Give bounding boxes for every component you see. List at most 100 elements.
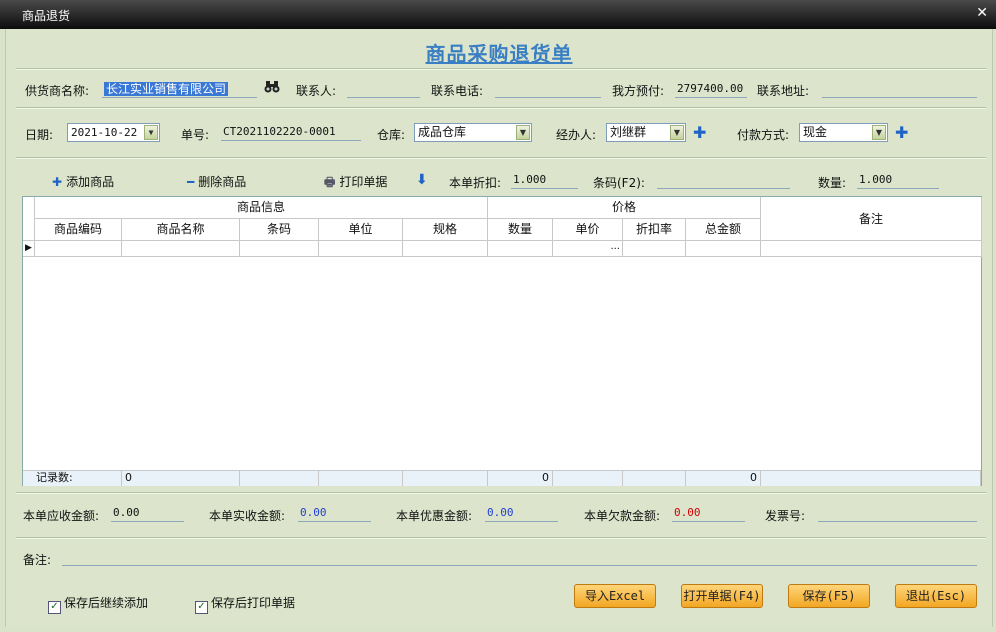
address-label: 联系地址: <box>757 84 810 98</box>
phone-field[interactable] <box>495 80 601 98</box>
number-field[interactable]: CT2021102220-0001 <box>221 123 361 141</box>
phone-label: 联系电话: <box>431 84 484 98</box>
divider <box>16 492 986 494</box>
owed-field[interactable]: 0.00 <box>672 504 745 522</box>
minus-icon: ━ <box>187 175 195 189</box>
handler-label: 经办人: <box>556 128 597 142</box>
app-window: 商品退货 ✕ 商品采购退货单 供货商名称: 长江实业销售有限公司 联系人: 联系… <box>0 0 996 632</box>
barcode-label: 条码(F2): <box>593 176 645 190</box>
payment-select[interactable]: 现金 ▼ <box>799 123 888 142</box>
barcode-field[interactable] <box>657 171 790 189</box>
prepay-field[interactable]: 2797400.00 <box>675 80 747 98</box>
printer-icon: 🖶 <box>324 175 336 189</box>
column-header[interactable]: 单价 <box>553 219 623 241</box>
date-value: 2021-10-22 <box>71 126 138 139</box>
table-cell[interactable] <box>488 241 553 257</box>
footer-cell <box>240 470 319 486</box>
column-header[interactable]: 单位 <box>319 219 403 241</box>
invoice-field[interactable] <box>818 504 977 522</box>
contact-field[interactable] <box>347 80 420 98</box>
discount-field[interactable]: 1.000 <box>511 171 578 189</box>
continue-add-checkbox[interactable]: ✓ 保存后继续添加 <box>48 594 148 614</box>
receivable-label: 本单应收金额: <box>23 509 100 523</box>
divider <box>16 68 986 70</box>
prepay-label: 我方预付: <box>612 84 665 98</box>
qty-label: 数量: <box>818 176 847 190</box>
chevron-down-icon[interactable]: ▼ <box>144 125 158 140</box>
address-field[interactable] <box>822 80 977 98</box>
footer-count: 0 <box>122 470 240 486</box>
exit-button[interactable]: 退出(Esc) <box>895 584 977 608</box>
discount-label: 本单折扣: <box>449 176 502 190</box>
window-title: 商品退货 <box>22 9 71 23</box>
supplier-value: 长江实业销售有限公司 <box>104 82 229 96</box>
footer-cell <box>319 470 403 486</box>
remark-field[interactable] <box>62 548 977 566</box>
qty-field[interactable]: 1.000 <box>857 171 939 189</box>
footer-cell <box>623 470 686 486</box>
warehouse-value: 成品仓库 <box>418 125 467 139</box>
continue-add-label: 保存后继续添加 <box>64 596 149 610</box>
receivable-field[interactable]: 0.00 <box>111 504 184 522</box>
payment-label: 付款方式: <box>737 128 790 142</box>
discount-total-label: 本单优惠金额: <box>396 509 473 523</box>
column-header-remark[interactable]: 备注 <box>761 197 982 241</box>
table-cell[interactable] <box>122 241 240 257</box>
column-header[interactable]: 商品名称 <box>122 219 240 241</box>
form-panel: 商品采购退货单 供货商名称: 长江实业销售有限公司 联系人: 联系电话: 我方预… <box>5 29 993 627</box>
owed-label: 本单欠款金额: <box>584 509 661 523</box>
add-handler-icon[interactable]: ✚ <box>693 125 706 141</box>
warehouse-select[interactable]: 成品仓库 ▼ <box>414 123 532 142</box>
add-payment-icon[interactable]: ✚ <box>895 125 908 141</box>
divider <box>16 537 986 539</box>
title-bar: 商品退货 ✕ <box>0 0 996 29</box>
handler-value: 刘继群 <box>610 125 647 139</box>
payment-value: 现金 <box>803 125 828 139</box>
supplier-field[interactable]: 长江实业销售有限公司 <box>102 80 257 98</box>
table-cell[interactable] <box>35 241 122 257</box>
discount-total-field[interactable]: 0.00 <box>485 504 558 522</box>
date-label: 日期: <box>25 128 54 142</box>
chevron-down-icon[interactable]: ▼ <box>670 125 684 140</box>
delete-product-button[interactable]: ━ 删除商品 <box>187 173 246 190</box>
footer-qty-total: 0 <box>488 470 553 486</box>
table-cell[interactable] <box>761 241 982 257</box>
print-button[interactable]: 🖶 打印单据 <box>324 173 387 194</box>
date-picker[interactable]: 2021-10-22 ▼ <box>67 123 160 142</box>
open-document-button[interactable]: 打开单据(F4) <box>681 584 763 608</box>
table-cell[interactable] <box>623 241 686 257</box>
save-button[interactable]: 保存(F5) <box>788 584 870 608</box>
table-cell[interactable] <box>403 241 488 257</box>
column-header[interactable]: 折扣率 <box>623 219 686 241</box>
close-icon[interactable]: ✕ <box>976 5 988 21</box>
table-cell[interactable] <box>686 241 761 257</box>
group-header-product: 商品信息 <box>35 197 488 219</box>
column-header[interactable]: 规格 <box>403 219 488 241</box>
column-header[interactable]: 商品编码 <box>35 219 122 241</box>
invoice-label: 发票号: <box>765 509 806 523</box>
import-excel-button[interactable]: 导入Excel <box>574 584 656 608</box>
add-product-button[interactable]: ✚ 添加商品 <box>52 173 114 190</box>
divider <box>16 107 986 109</box>
product-grid[interactable]: 商品信息 价格 备注 商品编码 商品名称 条码 单位 规格 数量 单价 折扣率 … <box>22 196 982 486</box>
handler-select[interactable]: 刘继群 ▼ <box>606 123 686 142</box>
received-field[interactable]: 0.00 <box>298 504 371 522</box>
price-picker-button[interactable]: ... <box>553 241 623 257</box>
print-after-label: 保存后打印单据 <box>211 596 296 610</box>
contact-label: 联系人: <box>296 84 337 98</box>
table-cell[interactable] <box>319 241 403 257</box>
column-header[interactable]: 总金额 <box>686 219 761 241</box>
print-after-checkbox[interactable]: ✓ 保存后打印单据 <box>195 594 295 614</box>
chevron-down-icon[interactable]: ▼ <box>872 125 886 140</box>
chevron-down-icon[interactable]: ▼ <box>516 125 530 140</box>
arrow-down-icon[interactable]: ⬇ <box>416 173 428 187</box>
table-cell[interactable] <box>240 241 319 257</box>
binoculars-icon[interactable] <box>264 80 280 98</box>
column-header[interactable]: 条码 <box>240 219 319 241</box>
footer-cell <box>761 470 981 486</box>
row-indicator-icon: ▶ <box>23 241 35 257</box>
footer-cell <box>553 470 623 486</box>
supplier-label: 供货商名称: <box>25 84 90 98</box>
column-header[interactable]: 数量 <box>488 219 553 241</box>
received-label: 本单实收金额: <box>209 509 286 523</box>
